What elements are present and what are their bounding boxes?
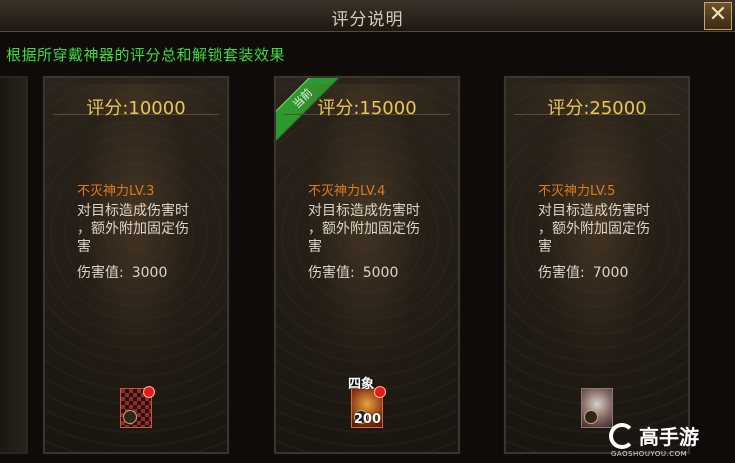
subtitle-text: 根据所穿戴神器的评分总和解锁套装效果 xyxy=(6,46,286,64)
damage-value: 7000 xyxy=(592,265,629,281)
desc-line: ，额外附加固定伤 xyxy=(77,221,189,237)
red-dot-badge xyxy=(143,386,155,398)
set-description: 对目标造成伤害时 ，额外附加固定伤 害 xyxy=(77,202,227,256)
damage-label: 伤害值: xyxy=(77,265,124,281)
checker-armor-icon[interactable] xyxy=(120,386,155,428)
damage-value: 5000 xyxy=(362,265,399,281)
damage-value: 3000 xyxy=(131,265,168,281)
desc-line: ，额外附加固定伤 xyxy=(538,221,650,237)
item-tag: 四象 xyxy=(348,377,375,392)
g-logo-icon xyxy=(609,423,635,449)
damage-value-row: 伤害值: 3000 xyxy=(77,262,167,282)
damage-value-row: 伤害值: 5000 xyxy=(308,262,398,282)
desc-line: 对目标造成伤害时 xyxy=(308,203,420,219)
damage-value-row: 伤害值: 7000 xyxy=(538,262,628,282)
gold-emblem-icon[interactable]: 四象 200 xyxy=(348,377,386,428)
score-label: 评分:25000 xyxy=(547,98,647,119)
score-card-1: 评分:10000 不灭神力LV.3 对目标造成伤害时 ，额外附加固定伤 害 伤害… xyxy=(42,75,230,455)
close-icon: ✕ xyxy=(708,2,728,27)
desc-line: 害 xyxy=(538,239,552,255)
scroll-card-left-edge[interactable] xyxy=(0,76,28,454)
set-name: 不灭神力LV.4 xyxy=(308,184,386,199)
desc-line: 害 xyxy=(77,239,91,255)
score-label: 评分:15000 xyxy=(317,98,417,119)
set-name: 不灭神力LV.5 xyxy=(538,184,616,199)
item-count: 200 xyxy=(353,412,381,427)
desc-line: 害 xyxy=(308,239,322,255)
score-card-3: 评分:25000 不灭神力LV.5 对目标造成伤害时 ，额外附加固定伤 害 伤害… xyxy=(503,75,691,455)
title-bar: 评分说明 ✕ xyxy=(0,0,735,32)
score-card-2: 当前 评分:15000 不灭神力LV.4 对目标造成伤害时 ，额外附加固定伤 害… xyxy=(273,75,461,455)
watermark-subtext: GAOSHOUYOU.COM xyxy=(611,450,688,458)
red-dot-badge xyxy=(374,386,386,398)
desc-line: 对目标造成伤害时 xyxy=(538,203,650,219)
desc-line: 对目标造成伤害时 xyxy=(77,203,189,219)
watermark-logo: 高手游 GAOSHOUYOU.COM xyxy=(609,421,729,459)
coin-icon xyxy=(584,410,598,424)
damage-label: 伤害值: xyxy=(538,265,585,281)
desc-line: ，额外附加固定伤 xyxy=(308,221,420,237)
score-label: 评分:10000 xyxy=(86,98,186,119)
watermark-text: 高手游 xyxy=(639,425,699,449)
coin-icon xyxy=(123,410,137,424)
set-description: 对目标造成伤害时 ，额外附加固定伤 害 xyxy=(308,202,458,256)
set-name: 不灭神力LV.3 xyxy=(77,184,155,199)
set-description: 对目标造成伤害时 ，额外附加固定伤 害 xyxy=(538,202,688,256)
damage-label: 伤害值: xyxy=(308,265,355,281)
close-button[interactable]: ✕ xyxy=(704,2,732,30)
window-title: 评分说明 xyxy=(331,10,404,30)
